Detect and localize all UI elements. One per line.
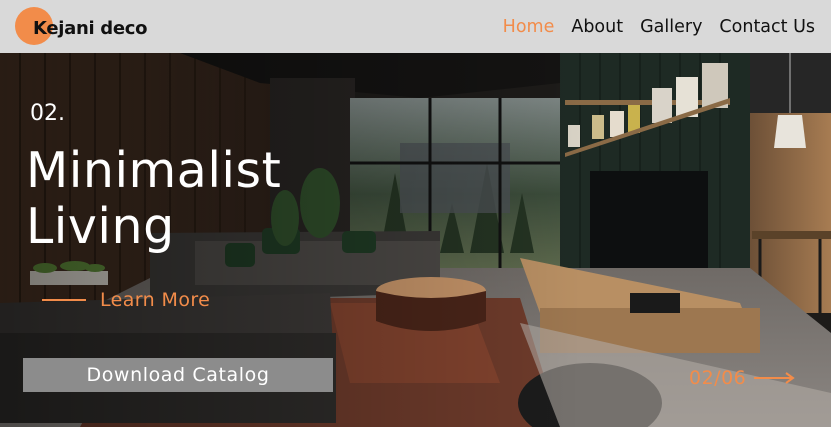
slide-number: 02. — [30, 101, 65, 126]
learn-more-link[interactable]: Learn More — [42, 289, 210, 311]
nav-item-home[interactable]: Home — [503, 17, 555, 37]
site-header: Kejani deco Home About Gallery Contact U… — [0, 0, 831, 53]
hero-title-line-1: Minimalist — [26, 142, 282, 199]
brand-logo[interactable]: Kejani deco — [15, 7, 175, 47]
hero-title: Minimalist Living — [26, 143, 281, 255]
slide-counter-label: 02/06 — [689, 367, 747, 389]
main-nav: Home About Gallery Contact Us — [503, 17, 815, 37]
download-catalog-button[interactable]: Download Catalog — [23, 358, 333, 392]
learn-more-label: Learn More — [100, 289, 211, 311]
slide-counter[interactable]: 02/06 — [689, 367, 796, 389]
nav-item-about[interactable]: About — [571, 17, 623, 37]
brand-name: Kejani deco — [33, 18, 148, 39]
arrow-right-icon[interactable] — [754, 372, 796, 384]
hero-title-line-2: Living — [26, 198, 175, 255]
nav-item-contact-us[interactable]: Contact Us — [719, 17, 815, 37]
nav-item-gallery[interactable]: Gallery — [640, 17, 702, 37]
learn-more-line — [42, 299, 86, 301]
